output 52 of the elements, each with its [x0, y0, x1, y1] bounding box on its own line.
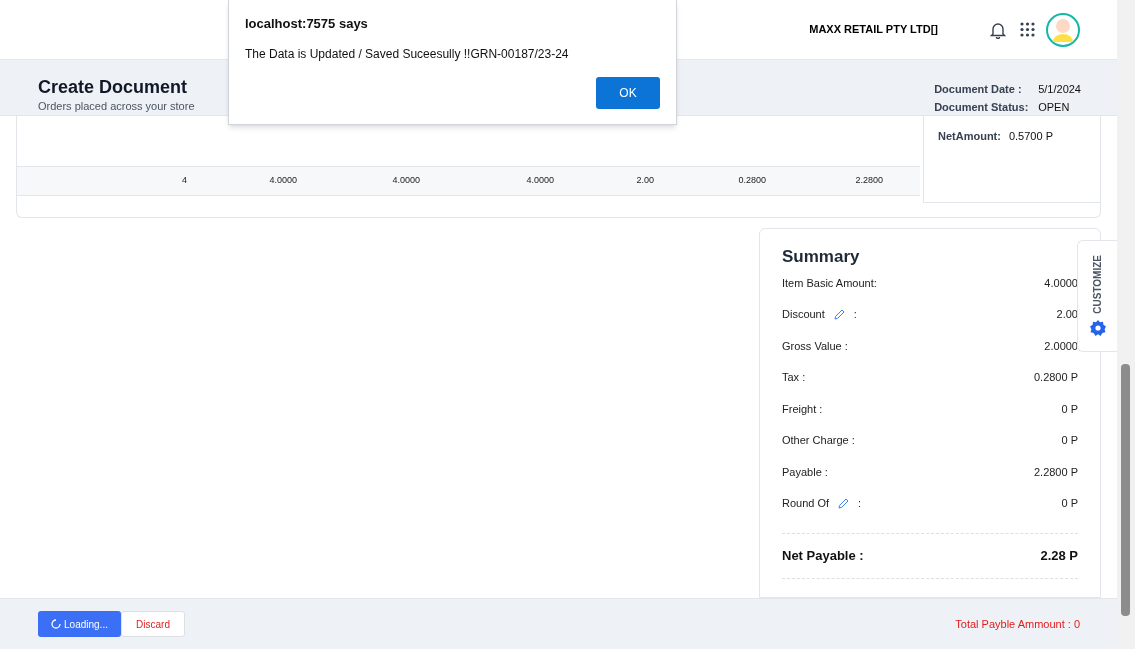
summary-value: 0 P — [1061, 401, 1078, 417]
table-cell-text: 0.2800 — [737, 174, 766, 188]
colon-separator: : — [858, 496, 862, 511]
table-cell-text: 2.00 — [635, 174, 654, 188]
company-name: MAXX RETAIL PTY LTD[] — [809, 22, 938, 38]
table-cell-text: 4.0000 — [391, 174, 420, 188]
summary-value: 2.2800 P — [1033, 464, 1078, 480]
summary-title: Summary — [782, 247, 861, 267]
discard-button[interactable]: Discard — [121, 611, 185, 637]
summary-label: Gross Value : — [782, 338, 848, 354]
summary-value: 0 P — [1061, 496, 1078, 511]
summary-value: 2.0000 — [1044, 338, 1078, 354]
net-amount-value: 0.5700 P — [1008, 129, 1053, 144]
summary-label: Round Of — [782, 496, 830, 511]
summary-label: Other Charge : — [782, 433, 855, 448]
table-cell-text: 4.0000 — [525, 174, 554, 188]
spinner-icon — [51, 619, 62, 629]
colon-separator: : — [853, 307, 857, 322]
pencil-icon[interactable] — [833, 308, 845, 320]
summary-value: 0.2800 P — [1033, 370, 1078, 385]
summary-label: Item Basic Amount: — [782, 275, 877, 291]
page-subtitle: Orders placed across your store — [38, 99, 195, 114]
net-amount-label: NetAmount: — [938, 129, 1001, 144]
avatar[interactable] — [1045, 11, 1081, 48]
table-cell-text: 4 — [181, 174, 187, 188]
summary-value: 0 P — [1061, 433, 1078, 448]
table-cell-text: 4.0000 — [268, 174, 297, 188]
meta-label: Document Status: — [934, 100, 1030, 115]
net-payable-value: 2.28 P — [1040, 547, 1078, 566]
dialog-message: The Data is Updated / Saved Suceesully !!GRN-00187/23-24 — [245, 45, 570, 63]
dialog-title: localhost:7575 says — [245, 15, 369, 33]
settings-icon — [1089, 319, 1106, 336]
customize-tab[interactable]: CUSTOMIZE — [1077, 240, 1117, 352]
meta-value: OPEN — [1038, 100, 1070, 115]
notification-bell-icon[interactable] — [990, 20, 1006, 39]
summary-value: 4.0000 — [1044, 275, 1078, 291]
scrollbar[interactable] — [1117, 0, 1135, 649]
page-title: Create Document — [38, 76, 189, 98]
apps-grid-icon[interactable] — [1020, 22, 1035, 37]
loading-button[interactable]: Loading... — [38, 611, 121, 637]
summary-value: 2.00 — [1056, 307, 1078, 322]
table-cell-text: 2.2800 — [854, 174, 883, 188]
pencil-icon[interactable] — [838, 497, 850, 509]
summary-label: Payable : — [782, 464, 828, 480]
summary-label: Tax : — [782, 370, 806, 385]
summary-label: Discount — [782, 307, 825, 322]
ok-button[interactable]: OK — [596, 76, 660, 109]
total-payable-amount: Total Payble Ammount : 0 — [955, 616, 1080, 632]
meta-label: Document Date : — [934, 82, 1023, 97]
meta-value: 5/1/2024 — [1038, 82, 1081, 97]
net-payable-label: Net Payable : — [782, 547, 864, 566]
summary-label: Freight : — [782, 401, 823, 417]
